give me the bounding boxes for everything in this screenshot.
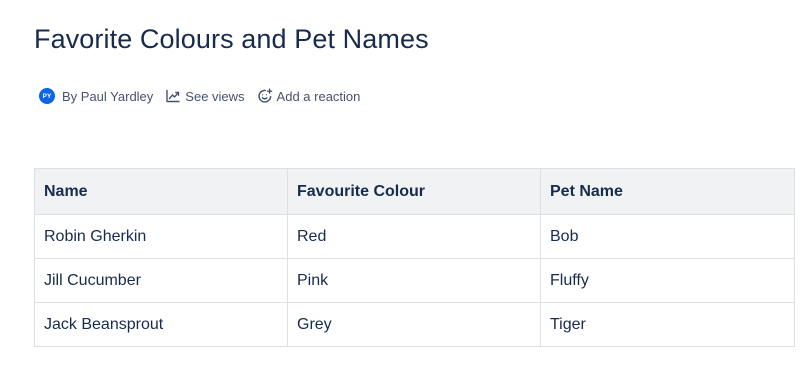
see-views-label: See views: [185, 88, 245, 104]
data-table: Name Favourite Colour Pet Name Robin Ghe…: [34, 168, 795, 347]
add-reaction-label: Add a reaction: [276, 88, 361, 104]
add-reaction-button[interactable]: Add a reaction: [257, 88, 361, 104]
cell-pet-name: Fluffy: [540, 258, 795, 303]
page-title: Favorite Colours and Pet Names: [34, 24, 429, 54]
table-row: Robin Gherkin Red Bob: [34, 214, 795, 259]
see-views-button[interactable]: See views: [165, 88, 245, 104]
cell-colour: Grey: [287, 302, 541, 347]
smiley-add-icon: [257, 88, 273, 104]
table-header-row: Name Favourite Colour Pet Name: [34, 168, 795, 215]
cell-name: Robin Gherkin: [34, 214, 288, 259]
header-favourite-colour: Favourite Colour: [287, 168, 541, 215]
author-link[interactable]: PY By Paul Yardley: [39, 88, 153, 104]
header-pet-name: Pet Name: [540, 168, 795, 215]
table-row: Jack Beansprout Grey Tiger: [34, 302, 795, 347]
line-chart-icon: [165, 88, 181, 104]
avatar: PY: [39, 88, 55, 104]
cell-pet-name: Tiger: [540, 302, 795, 347]
cell-name: Jill Cucumber: [34, 258, 288, 303]
cell-colour: Pink: [287, 258, 541, 303]
page: Favorite Colours and Pet Names PY By Pau…: [0, 0, 812, 372]
table-row: Jill Cucumber Pink Fluffy: [34, 258, 795, 303]
cell-pet-name: Bob: [540, 214, 795, 259]
cell-name: Jack Beansprout: [34, 302, 288, 347]
author-name: By Paul Yardley: [62, 88, 154, 104]
header-name: Name: [34, 168, 288, 215]
byline: PY By Paul Yardley See views Add a react…: [39, 86, 360, 106]
cell-colour: Red: [287, 214, 541, 259]
